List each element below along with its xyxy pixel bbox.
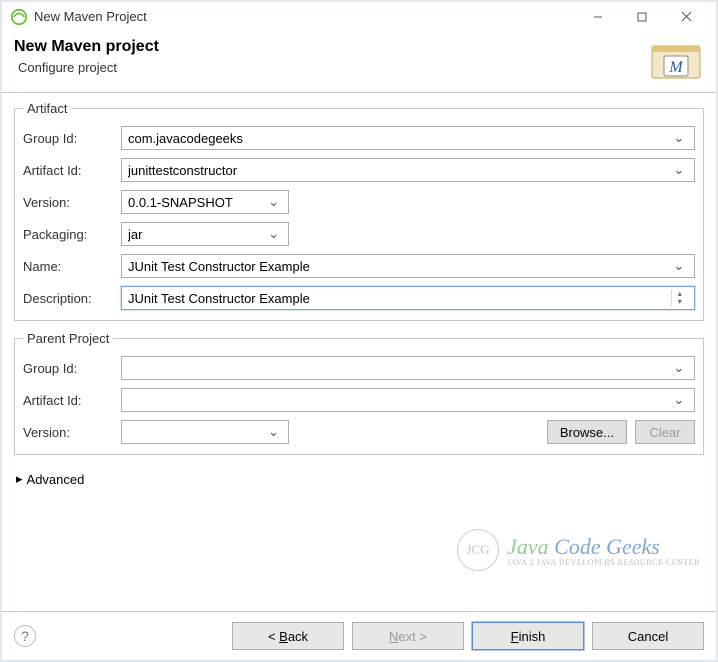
watermark-logo: JCG Java Code Geeks JAVA 2 JAVA DEVELOPE…	[457, 529, 700, 571]
parent-fieldset: Parent Project Group Id: ⌄ Artifact Id: …	[14, 331, 704, 455]
advanced-expander[interactable]: ▸ Advanced	[14, 465, 704, 493]
version-text[interactable]	[128, 195, 264, 210]
cancel-button[interactable]: Cancel	[592, 622, 704, 650]
artifact-fieldset: Artifact Group Id: ⌄ Artifact Id: ⌄ Vers…	[14, 101, 704, 321]
chevron-down-icon[interactable]: ⌄	[669, 360, 688, 376]
svg-text:M: M	[668, 59, 684, 76]
maximize-button[interactable]	[620, 2, 664, 32]
group-id-text[interactable]	[128, 131, 669, 146]
artifact-id-label: Artifact Id:	[23, 163, 113, 178]
name-text[interactable]	[128, 259, 669, 274]
parent-version-input[interactable]: ⌄	[121, 420, 289, 444]
packaging-text[interactable]	[128, 227, 264, 242]
artifact-id-text[interactable]	[128, 163, 669, 178]
chevron-down-icon[interactable]: ⌄	[264, 194, 282, 210]
parent-group-id-text[interactable]	[128, 361, 669, 376]
group-id-input[interactable]: ⌄	[121, 126, 695, 150]
chevron-down-icon[interactable]: ⌄	[264, 424, 282, 440]
finish-button[interactable]: Finish	[472, 622, 584, 650]
description-text[interactable]	[128, 291, 671, 306]
app-icon	[10, 8, 28, 26]
packaging-input[interactable]: ⌄	[121, 222, 289, 246]
chevron-down-icon[interactable]: ⌄	[264, 226, 282, 242]
watermark-java: Java	[507, 534, 554, 559]
help-icon[interactable]: ?	[14, 625, 36, 647]
parent-group-id-label: Group Id:	[23, 361, 113, 376]
spinner-icon[interactable]: ▴▾	[671, 290, 688, 306]
wizard-header: New Maven project Configure project M	[2, 32, 716, 92]
window-titlebar: New Maven Project	[2, 2, 716, 32]
description-input[interactable]: ▴▾	[121, 286, 695, 310]
back-button[interactable]: < Back	[232, 622, 344, 650]
page-subtitle: Configure project	[18, 60, 648, 75]
next-button[interactable]: Next >	[352, 622, 464, 650]
watermark-code: Code	[554, 534, 606, 559]
group-id-label: Group Id:	[23, 131, 113, 146]
parent-group-id-input[interactable]: ⌄	[121, 356, 695, 380]
watermark-geeks: Geeks	[606, 534, 660, 559]
name-label: Name:	[23, 259, 113, 274]
name-input[interactable]: ⌄	[121, 254, 695, 278]
description-label: Description:	[23, 291, 113, 306]
window-title: New Maven Project	[34, 9, 576, 24]
version-label: Version:	[23, 195, 113, 210]
chevron-down-icon[interactable]: ⌄	[669, 130, 688, 146]
version-input[interactable]: ⌄	[121, 190, 289, 214]
triangle-right-icon: ▸	[16, 471, 23, 487]
packaging-label: Packaging:	[23, 227, 113, 242]
chevron-down-icon[interactable]: ⌄	[669, 162, 688, 178]
artifact-legend: Artifact	[23, 101, 71, 116]
browse-button[interactable]: Browse...	[547, 420, 627, 444]
close-button[interactable]	[664, 2, 708, 32]
advanced-label: Advanced	[27, 472, 85, 487]
clear-button[interactable]: Clear	[635, 420, 695, 444]
chevron-down-icon[interactable]: ⌄	[669, 392, 688, 408]
parent-artifact-id-label: Artifact Id:	[23, 393, 113, 408]
minimize-button[interactable]	[576, 2, 620, 32]
artifact-id-input[interactable]: ⌄	[121, 158, 695, 182]
watermark-tagline: JAVA 2 JAVA DEVELOPERS RESOURCE CENTER	[507, 558, 700, 567]
page-title: New Maven project	[14, 38, 648, 56]
chevron-down-icon[interactable]: ⌄	[669, 258, 688, 274]
parent-legend: Parent Project	[23, 331, 113, 346]
parent-version-text[interactable]	[128, 425, 264, 440]
parent-artifact-id-input[interactable]: ⌄	[121, 388, 695, 412]
wizard-footer: ? < Back Next > Finish Cancel	[2, 611, 716, 660]
parent-version-label: Version:	[23, 425, 113, 440]
jcg-circle-icon: JCG	[457, 529, 499, 571]
maven-icon: M	[648, 38, 704, 82]
parent-artifact-id-text[interactable]	[128, 393, 669, 408]
